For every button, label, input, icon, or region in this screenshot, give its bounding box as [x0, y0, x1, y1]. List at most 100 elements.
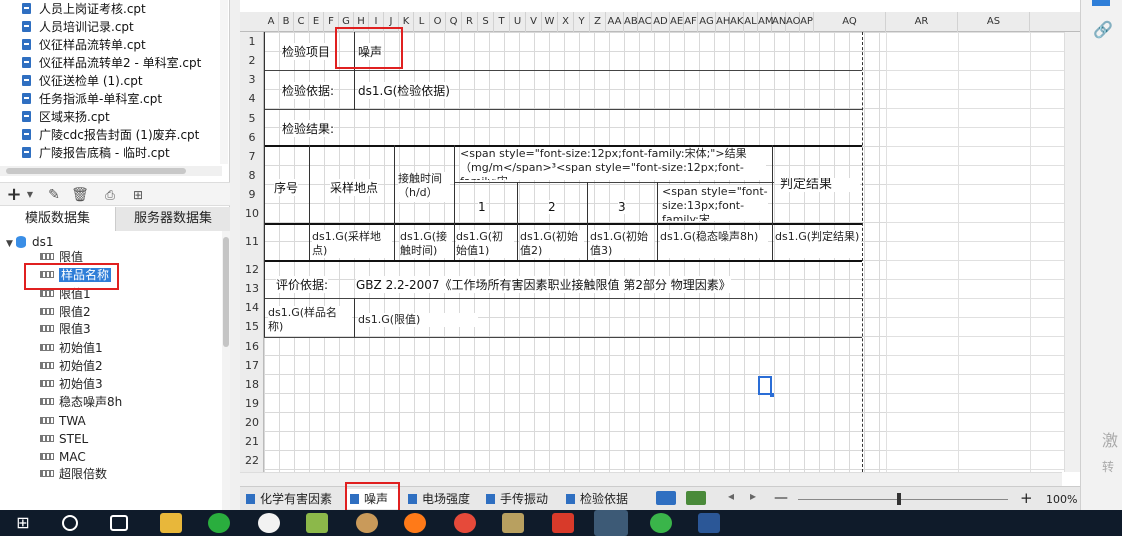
file-item[interactable]: 仪征样品流转单2 - 单科室.cpt — [22, 54, 201, 72]
column-header-cell[interactable]: Z — [590, 12, 606, 32]
file-item[interactable]: 人员培训记录.cpt — [22, 18, 134, 36]
row-header-cell[interactable]: 15 — [240, 317, 264, 336]
windows-start-icon[interactable]: ⊞ — [12, 513, 34, 533]
column-header-cell[interactable]: W — [542, 12, 558, 32]
column-header-cell[interactable]: K — [399, 12, 414, 32]
sheet-vscrollbar[interactable] — [1064, 32, 1080, 472]
tree-field[interactable]: 限值3 — [40, 320, 91, 338]
link-icon[interactable]: 🔗 — [1093, 20, 1113, 39]
row-header-cell[interactable]: 8 — [240, 166, 264, 185]
data-initial-1[interactable]: ds1.G(初始值1) — [456, 230, 514, 258]
zoom-slider-track[interactable] — [798, 499, 1008, 500]
column-header-cell[interactable]: U — [510, 12, 526, 32]
tree-field-selected[interactable]: 样品名称 — [40, 266, 112, 284]
column-header-cell[interactable]: AD — [652, 12, 670, 32]
scroll-thumb[interactable] — [223, 237, 229, 347]
data-location[interactable]: ds1.G(采样地点) — [312, 230, 392, 258]
search-icon[interactable] — [62, 515, 78, 531]
header-sub-1[interactable]: 1 — [478, 200, 486, 214]
column-header-cell[interactable]: AA — [606, 12, 624, 32]
column-header-cell[interactable]: AK — [730, 12, 744, 32]
column-header-cell[interactable]: X — [558, 12, 574, 32]
selected-cell[interactable] — [758, 376, 774, 397]
row-header-cell[interactable]: 14 — [240, 298, 264, 317]
tree-field[interactable]: 超限倍数 — [40, 465, 107, 483]
row-header-cell[interactable]: 17 — [240, 356, 264, 375]
scroll-left-icon[interactable]: ◂ — [728, 489, 734, 503]
data-steady-noise[interactable]: ds1.G(稳态噪声8h) — [660, 230, 768, 258]
chevron-down-icon[interactable]: ▼ — [20, 186, 40, 204]
cell-properties-icon[interactable] — [1092, 0, 1110, 6]
header-contact-time[interactable]: 接触时间（h/d） — [398, 172, 450, 202]
tree-field[interactable]: 初始值1 — [40, 339, 103, 357]
tree-field[interactable]: 初始值3 — [40, 375, 103, 393]
row-header-cell[interactable]: 16 — [240, 337, 264, 356]
data-limit[interactable]: ds1.G(限值) — [358, 313, 478, 327]
firefox-icon[interactable] — [404, 513, 426, 533]
tree-scrollbar[interactable] — [222, 231, 230, 510]
scroll-right-icon[interactable]: ▸ — [750, 489, 756, 503]
zoom-out-icon[interactable]: — — [774, 490, 788, 506]
dataset-query-icon[interactable]: ⊞ — [128, 186, 148, 204]
column-header-cell[interactable]: AR — [886, 12, 958, 32]
row-header-cell[interactable]: 6 — [240, 128, 264, 147]
scroll-thumb[interactable] — [6, 168, 186, 174]
value-inspection-basis[interactable]: ds1.G(检验依据) — [358, 82, 450, 99]
sheet-tab[interactable]: 检验依据 — [562, 489, 634, 509]
column-header-cell[interactable]: AQ — [814, 12, 886, 32]
data-initial-2[interactable]: ds1.G(初始值2) — [520, 230, 584, 258]
column-header-cell[interactable]: Q — [446, 12, 462, 32]
column-header-cell[interactable]: AH — [716, 12, 730, 32]
file-item[interactable]: 区域来扬.cpt — [22, 108, 110, 126]
file-list-scrollbar[interactable] — [220, 0, 228, 164]
data-judgement[interactable]: ds1.G(判定结果) — [775, 230, 861, 258]
edit-icon[interactable]: ✎ — [44, 186, 64, 204]
data-sample-name[interactable]: ds1.G(样品名称) — [268, 306, 352, 336]
column-header-cell[interactable]: V — [526, 12, 542, 32]
delete-icon[interactable]: 🗑 — [70, 186, 90, 204]
row-header-cell[interactable]: 9 — [240, 185, 264, 204]
file-explorer-icon[interactable] — [160, 513, 182, 533]
header-seq[interactable]: 序号 — [274, 179, 299, 196]
tab-template-dataset[interactable]: 模版数据集 — [0, 207, 115, 231]
sheet-tab[interactable]: 电场强度 — [404, 489, 474, 509]
header-sub-2[interactable]: 2 — [548, 200, 556, 214]
column-header-cell[interactable]: B — [279, 12, 294, 32]
tree-field[interactable]: 限值 — [40, 248, 83, 266]
row-header-cell[interactable]: 5 — [240, 109, 264, 128]
wechat-icon[interactable] — [208, 513, 230, 533]
row-header-cell[interactable]: 11 — [240, 223, 264, 260]
add-report-sheet-icon[interactable] — [686, 491, 706, 505]
row-header-cell[interactable]: 2 — [240, 51, 264, 70]
column-header-cell[interactable]: T — [494, 12, 510, 32]
finereport-icon[interactable] — [594, 510, 628, 536]
zoom-slider-thumb[interactable] — [897, 493, 901, 505]
row-header-cell[interactable]: 7 — [240, 147, 264, 166]
preview-icon[interactable]: ⎙ — [100, 186, 120, 204]
tree-field[interactable]: 限值1 — [40, 285, 91, 303]
tree-field[interactable]: MAC — [40, 448, 86, 466]
column-header-cell[interactable]: A — [264, 12, 279, 32]
column-header-cell[interactable]: I — [369, 12, 384, 32]
file-item[interactable]: 人员上岗证考核.cpt — [22, 0, 146, 18]
row-header-cell[interactable]: 18 — [240, 375, 264, 394]
qq-icon[interactable] — [258, 513, 280, 533]
header-result-html[interactable]: <span style="font-size:12px;font-family:… — [460, 147, 766, 180]
column-header-cell[interactable]: R — [462, 12, 478, 32]
add-sheet-icon[interactable] — [656, 491, 676, 505]
tree-field[interactable]: 初始值2 — [40, 357, 103, 375]
column-header-cell[interactable]: O — [430, 12, 446, 32]
column-header-cell[interactable]: AC — [638, 12, 652, 32]
app-icon[interactable] — [306, 513, 328, 533]
sheet-tab-active[interactable]: 噪声 — [346, 489, 398, 509]
file-item[interactable]: 任务指派单-单科室.cpt — [22, 90, 162, 108]
column-header-cell[interactable]: AP — [800, 12, 814, 32]
value-evaluation-basis[interactable]: GBZ 2.2-2007《工作场所有害因素职业接触限值 第2部分 物理因素》 — [356, 276, 731, 293]
app-icon[interactable] — [552, 513, 574, 533]
column-header-cell[interactable]: F — [324, 12, 339, 32]
column-header-cell[interactable]: L — [414, 12, 430, 32]
column-header-cell[interactable]: G — [339, 12, 354, 32]
file-item[interactable]: 仪征送检单 (1).cpt — [22, 72, 143, 90]
sheet-tab[interactable]: 化学有害因素 — [242, 489, 334, 509]
column-header-cell[interactable]: C — [294, 12, 309, 32]
